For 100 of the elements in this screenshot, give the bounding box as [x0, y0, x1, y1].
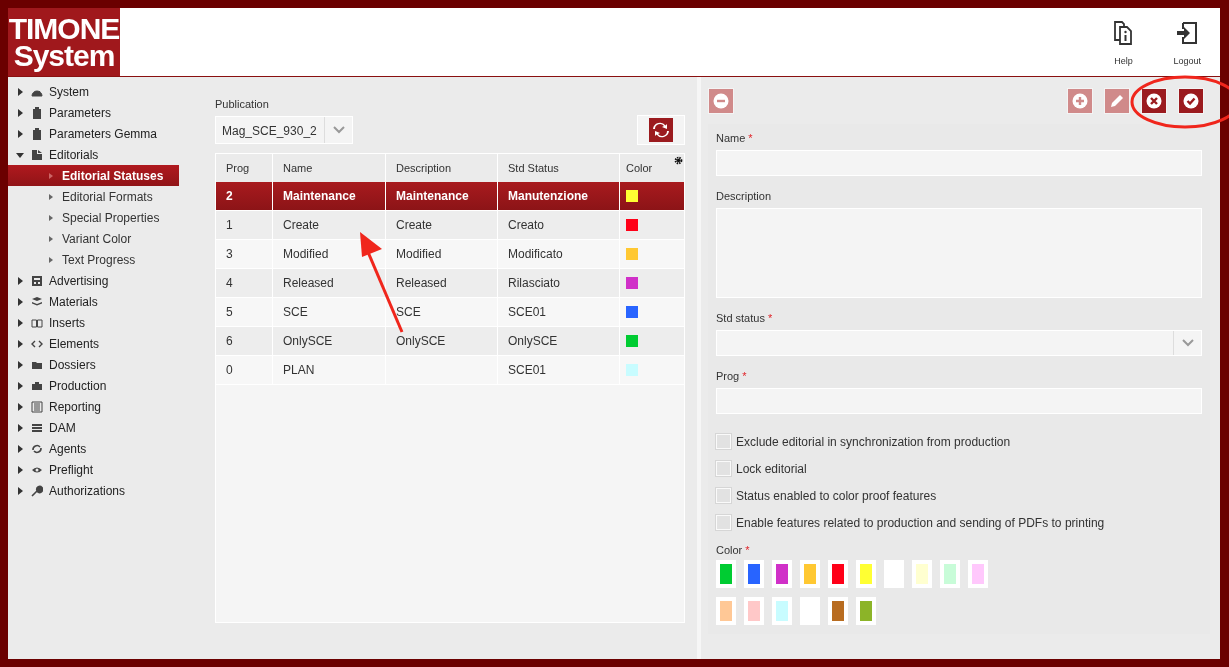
checkbox[interactable]: [716, 434, 731, 449]
sidebar-item[interactable]: DAM: [8, 417, 205, 438]
field-label: Prog: [716, 370, 740, 382]
sidebar-item[interactable]: Reporting: [8, 396, 205, 417]
caret-right-icon: [48, 213, 54, 222]
std-status-select[interactable]: [716, 330, 1202, 356]
clipboard-icon: [31, 106, 43, 119]
field-label: Name: [716, 132, 746, 144]
table-row[interactable]: 3 Modified Modified Modificato: [216, 240, 684, 269]
table-cell: Released: [283, 276, 334, 290]
color-option[interactable]: [856, 597, 876, 625]
color-option[interactable]: [744, 560, 764, 588]
refresh-button[interactable]: [637, 115, 685, 145]
checkbox[interactable]: [716, 461, 731, 476]
key-icon: [31, 484, 43, 497]
table-cell: SCE01: [508, 305, 547, 319]
table-cell: SCE01: [508, 363, 547, 377]
caret-right-icon: [16, 360, 24, 369]
color-option[interactable]: [716, 597, 736, 625]
briefcase-icon: [31, 379, 43, 392]
cancel-button[interactable]: [1141, 88, 1167, 114]
sidebar-item[interactable]: Editorials: [8, 144, 205, 165]
sidebar-subitem[interactable]: Special Properties: [8, 207, 179, 228]
layers-icon: [31, 295, 43, 308]
checkbox[interactable]: [716, 515, 731, 530]
sidebar-item[interactable]: Dossiers: [8, 354, 205, 375]
required-mark: *: [742, 370, 747, 382]
required-mark: *: [767, 312, 773, 324]
checkbox[interactable]: [716, 488, 731, 503]
sidebar-item[interactable]: Inserts: [8, 312, 205, 333]
sidebar-item[interactable]: Elements: [8, 333, 205, 354]
clipboard-icon: [31, 127, 43, 140]
sidebar-subitem[interactable]: Editorial Formats: [8, 186, 179, 207]
x-circle-icon: [1146, 93, 1162, 109]
logout-button[interactable]: Logout: [1169, 8, 1205, 76]
list-icon: [31, 400, 43, 413]
table-row[interactable]: 4 Released Released Rilasciato: [216, 269, 684, 298]
color-option[interactable]: [800, 560, 820, 588]
color-option[interactable]: [856, 560, 876, 588]
table-cell: Creato: [508, 218, 545, 232]
document-icon: [31, 148, 43, 161]
table-cell: SCE: [283, 305, 308, 319]
refresh-icon: [649, 118, 673, 142]
caret-down-icon: [16, 150, 24, 159]
table-row[interactable]: 5 SCE SCE SCE01: [216, 298, 684, 327]
color-option[interactable]: [912, 560, 932, 588]
sidebar-item[interactable]: System: [8, 81, 205, 102]
caret-right-icon: [16, 339, 24, 348]
confirm-button[interactable]: [1178, 88, 1204, 114]
color-option[interactable]: [828, 597, 848, 625]
color-option[interactable]: [716, 560, 736, 588]
table-cell: Maintenance: [396, 189, 469, 203]
table-cell: Create: [396, 218, 433, 232]
color-option[interactable]: [744, 597, 764, 625]
table-cell: Maintenance: [283, 189, 356, 203]
publication-select[interactable]: Mag_SCE_930_2: [215, 116, 353, 144]
table-row[interactable]: 6 OnlySCE OnlySCE OnlySCE: [216, 327, 684, 356]
color-option[interactable]: [828, 560, 848, 588]
caret-right-icon: [16, 465, 24, 474]
sidebar-subitem[interactable]: Variant Color: [8, 228, 179, 249]
sidebar-item[interactable]: Advertising: [8, 270, 205, 291]
help-button[interactable]: Help: [1107, 8, 1140, 76]
cycle-icon: [31, 442, 43, 455]
sidebar-subitem[interactable]: Editorial Statuses: [8, 165, 179, 186]
sidebar-item[interactable]: Parameters: [8, 102, 205, 123]
table-cell: Modified: [283, 247, 329, 261]
field-label: Color: [716, 544, 743, 556]
sidebar-item[interactable]: Materials: [8, 291, 205, 312]
table-cell: 2: [226, 189, 233, 203]
publication-label: Publication: [215, 98, 270, 110]
table-cell: 0: [226, 363, 233, 377]
table-cell: 6: [226, 334, 233, 348]
color-option[interactable]: [968, 560, 988, 588]
table-cell: OnlySCE: [396, 334, 446, 348]
caret-right-icon: [48, 255, 54, 264]
checkbox-label: Exclude editorial in synchronization from production: [736, 434, 1011, 449]
settings-icon[interactable]: [674, 156, 683, 165]
caret-right-icon: [48, 192, 54, 201]
table-row[interactable]: 1 Create Create Creato: [216, 211, 684, 240]
table-cell: 1: [226, 218, 233, 232]
column-header[interactable]: Color: [620, 154, 684, 182]
caret-right-icon: [16, 318, 24, 327]
sidebar-item[interactable]: Authorizations: [8, 480, 205, 501]
required-mark: *: [748, 132, 753, 144]
caret-right-icon: [16, 444, 24, 453]
caret-right-icon: [16, 108, 24, 117]
pencil-icon: [1109, 93, 1125, 109]
table-row[interactable]: 2 Maintenance Maintenance Manutenzione: [216, 182, 684, 211]
color-option[interactable]: [772, 597, 792, 625]
table-row[interactable]: 0 PLAN SCE01: [216, 356, 684, 385]
table-cell: Modified: [396, 247, 442, 261]
table-cell: OnlySCE: [508, 334, 558, 348]
color-option[interactable]: [940, 560, 960, 588]
caret-right-icon: [16, 423, 24, 432]
sidebar-subitem[interactable]: Text Progress: [8, 249, 179, 270]
sidebar-item[interactable]: Agents: [8, 438, 205, 459]
sidebar-item[interactable]: Production: [8, 375, 205, 396]
color-option[interactable]: [772, 560, 792, 588]
sidebar-item[interactable]: Parameters Gemma: [8, 123, 205, 144]
sidebar-item[interactable]: Preflight: [8, 459, 205, 480]
